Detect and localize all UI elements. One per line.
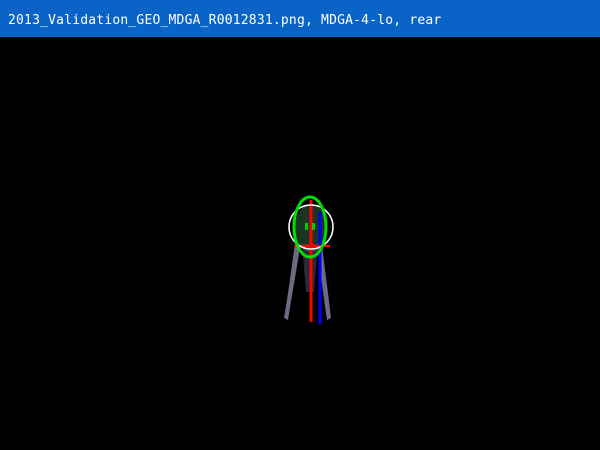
center-marker-right	[312, 223, 315, 230]
image-overlay	[284, 195, 334, 324]
subject-silhouette	[284, 204, 331, 320]
image-viewer-window: 2013_Validation_GEO_MDGA_R0012831.png, M…	[0, 0, 600, 450]
center-marker-left	[305, 223, 308, 230]
